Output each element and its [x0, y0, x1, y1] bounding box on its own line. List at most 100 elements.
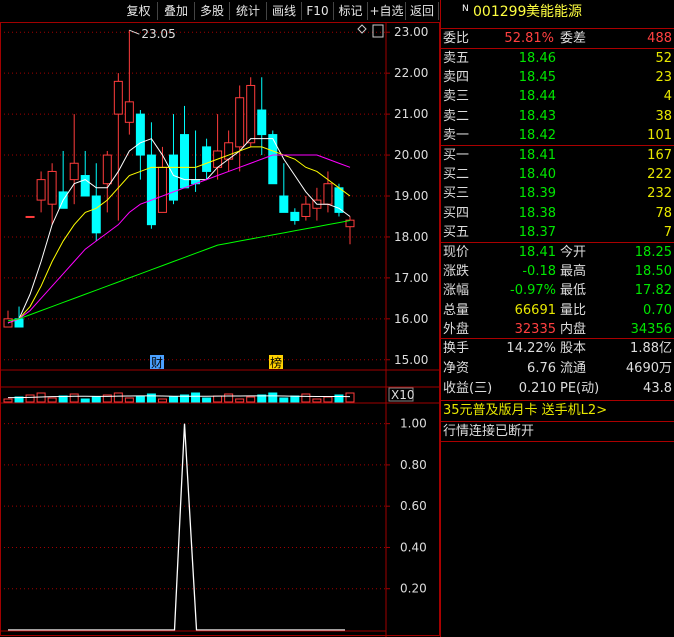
fund-row: 换手 14.22% 股本 1.88亿	[440, 339, 674, 358]
quote-row: 现价 18.41 今开 18.25	[440, 243, 674, 262]
volume-bar	[91, 396, 101, 403]
candle-body	[323, 183, 333, 205]
bid-row: 买五 18.37 7	[440, 223, 674, 242]
bid-row-label: 买四	[443, 205, 470, 221]
indicator-tick-label: 0.60	[400, 499, 427, 513]
ma60-line	[7, 220, 351, 322]
quote-row-label: 外盘	[443, 321, 470, 337]
candle-body	[157, 166, 167, 213]
order-diff-value: 488	[647, 31, 672, 46]
toolbar-button-4[interactable]: 画线	[267, 2, 302, 20]
ask-row-value2: 52	[655, 51, 672, 66]
volume-bar	[191, 392, 201, 403]
ma5-line	[7, 138, 351, 324]
volume-bar	[268, 392, 278, 403]
order-ratio-label: 委比	[443, 31, 470, 46]
candle-body	[290, 211, 300, 222]
candle-body	[36, 179, 46, 201]
quote-row-value2: 0.70	[643, 302, 672, 318]
bid-row-value: 18.41	[518, 148, 556, 163]
candle-body	[135, 113, 145, 156]
indicator-line	[8, 423, 345, 631]
toolbar-button-7[interactable]: +自选	[368, 2, 406, 20]
quote-row-label2: 量比	[560, 302, 587, 318]
y-tick-label: 20.00	[394, 148, 428, 162]
quote-row: 外盘 32335 内盘 34356	[440, 320, 674, 339]
fund-row-label2: 流通	[560, 361, 587, 376]
bid-row-value: 18.37	[518, 224, 556, 240]
volume-bar	[47, 397, 57, 403]
bid-row-label: 买五	[443, 224, 470, 240]
volume-bar	[69, 393, 79, 403]
quote-row-label2: 今开	[560, 245, 587, 260]
quote-row-label2: 内盘	[560, 321, 587, 337]
y-tick-label: 19.00	[394, 189, 428, 203]
toolbar-button-0[interactable]: 复权	[120, 2, 158, 20]
candle-body	[124, 101, 134, 123]
volume-bar	[25, 394, 35, 403]
volume-bar	[168, 396, 178, 403]
volume-bar	[290, 395, 300, 403]
promo-link[interactable]: 35元普及版月卡 送手机L2>	[440, 401, 674, 420]
kline-chart[interactable]: 23.00 22.00 21.00 20.00 19.00 18.00 17.00 16.00…	[0, 22, 440, 637]
volume-bar	[345, 392, 355, 403]
candle-body	[69, 162, 79, 181]
quote-row-label2: 最低	[560, 283, 587, 299]
ask-row-value: 18.43	[518, 108, 556, 124]
y-tick-label: 16.00	[394, 312, 428, 326]
quote-row-label: 涨幅	[443, 283, 470, 299]
y-tick-label: 23.00	[394, 25, 428, 39]
y-tick-label: 15.00	[394, 353, 428, 367]
ma20-line	[7, 154, 351, 324]
fund-row-value: 0.210	[518, 381, 556, 396]
fund-row-value: 6.76	[527, 361, 556, 376]
toolbar-button-3[interactable]: 统计	[230, 2, 267, 20]
ask-row-value2: 4	[663, 89, 672, 105]
toolbar-button-6[interactable]: 标记	[334, 2, 368, 20]
indicator-tick-label: 0.80	[400, 458, 427, 472]
expand-icon	[372, 24, 384, 38]
ask-row-value2: 23	[655, 70, 672, 86]
quote-row-label: 现价	[443, 245, 470, 260]
bid-row-value2: 78	[655, 205, 672, 221]
bid-row-value: 18.40	[518, 167, 556, 183]
event-marker-1: 榜	[270, 355, 282, 370]
indicator-tick-label: 0.40	[400, 540, 427, 554]
fund-row-value: 14.22%	[506, 341, 556, 356]
quote-row-label: 涨跌	[443, 264, 470, 280]
promo-text[interactable]: 35元普及版月卡 送手机L2>	[443, 401, 607, 420]
candle-body	[268, 134, 278, 185]
fund-row-label2: PE(动)	[560, 381, 600, 396]
ask-row-value2: 101	[647, 127, 672, 143]
volume-bar	[246, 396, 256, 403]
volume-bar	[124, 397, 134, 403]
volume-tag: X10	[391, 388, 415, 402]
candle-body	[246, 84, 256, 144]
volume-bar	[202, 397, 212, 403]
ask-row-label: 卖五	[443, 51, 470, 66]
volume-bar	[312, 398, 322, 403]
quote-row-value: 66691	[514, 302, 556, 318]
volume-bar	[135, 395, 145, 403]
quote-row-value2: 18.25	[634, 245, 672, 260]
volume-bar	[80, 398, 90, 403]
toolbar-button-2[interactable]: 多股	[195, 2, 230, 20]
ask-row-label: 卖四	[443, 70, 470, 86]
candle-body	[202, 146, 212, 172]
fund-row: 收益(三) 0.210 PE(动) 43.8	[440, 379, 674, 398]
toolbar-button-8[interactable]: 返回	[406, 2, 439, 20]
toolbar-button-5[interactable]: F10	[302, 2, 334, 20]
quote-row-value2: 17.82	[634, 283, 672, 299]
new-badge: N	[462, 4, 469, 14]
ask-row: 卖三 18.44 4	[440, 87, 674, 106]
y-tick-label: 22.00	[394, 66, 428, 80]
high-marker-label: 23.05	[141, 27, 175, 41]
candle-body	[235, 97, 245, 148]
bid-row-label: 买二	[443, 167, 470, 183]
toolbar-button-1[interactable]: 叠加	[158, 2, 195, 20]
fund-row-label: 收益(三)	[443, 381, 493, 396]
volume-bar	[146, 393, 156, 403]
stock-header: N 001299 美能能源	[440, 3, 674, 25]
ma10-line	[7, 146, 351, 324]
high-marker-line	[129, 29, 140, 35]
